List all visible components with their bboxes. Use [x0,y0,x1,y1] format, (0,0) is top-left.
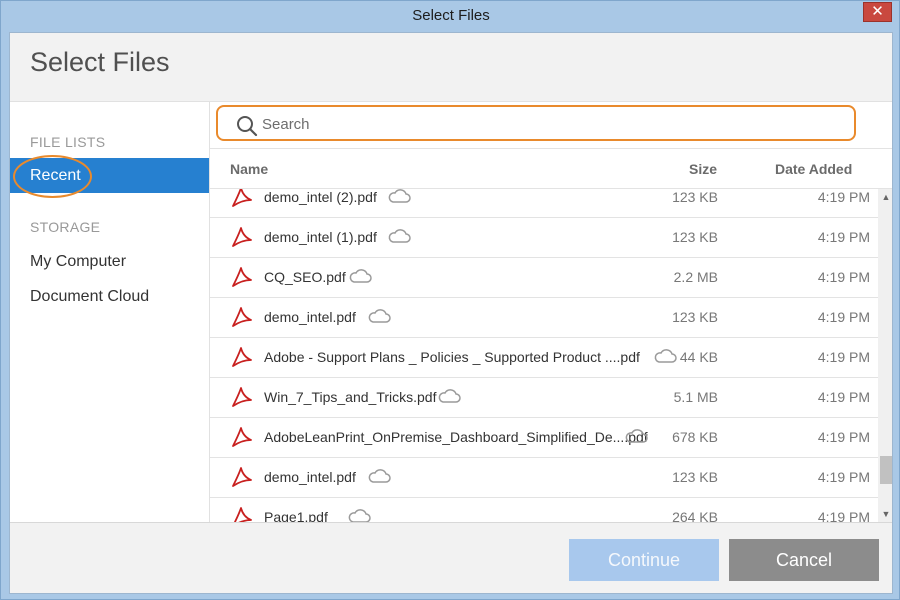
file-date-added: 4:19 PM [817,469,870,485]
file-size: 264 KB [672,509,718,522]
file-size: 123 KB [672,229,718,245]
page-title: Select Files [30,47,170,77]
pdf-icon [232,227,252,247]
file-date-added: 4:19 PM [817,349,870,365]
file-row[interactable]: demo_intel.pdf 123 KB 4:19 PM [210,458,878,498]
search-icon [237,116,258,137]
file-size: 123 KB [672,469,718,485]
file-lists-label: FILE LISTS [30,134,106,150]
file-size: 5.1 MB [673,389,718,405]
file-size: 123 KB [672,309,718,325]
file-row[interactable]: Win_7_Tips_and_Tricks.pdf 5.1 MB 4:19 PM [210,378,878,418]
file-row[interactable]: Page1.pdf 264 KB 4:19 PM [210,498,878,522]
file-size: 123 KB [672,189,718,205]
storage-label: STORAGE [30,219,101,235]
pdf-icon [232,387,252,407]
file-date-added: 4:19 PM [817,269,870,285]
file-date-added: 4:19 PM [817,309,870,325]
pdf-icon [232,427,252,447]
file-row[interactable]: demo_intel (2).pdf 123 KB 4:19 PM [210,189,878,218]
column-name[interactable]: Name [230,161,268,177]
file-row[interactable]: AdobeLeanPrint_OnPremise_Dashboard_Simpl… [210,418,878,458]
file-list: demo_intel (2).pdf 123 KB 4:19 PM demo_inte… [210,189,878,522]
cloud-icon [388,189,411,203]
file-name: Adobe - Support Plans _ Policies _ Suppo… [264,349,640,365]
file-date-added: 4:19 PM [817,189,870,205]
cloud-icon [368,309,391,323]
close-button[interactable]: ✕ [863,2,892,22]
scrollbar[interactable]: ▲ ▼ [878,189,892,522]
cloud-icon [348,509,371,522]
dialog-client: Select Files FILE LISTS Recent STORAGE M… [9,32,893,594]
continue-button[interactable]: Continue [569,539,719,581]
pdf-icon [232,267,252,287]
file-size: 2.2 MB [673,269,718,285]
cancel-button[interactable]: Cancel [729,539,879,581]
scroll-up-arrow[interactable]: ▲ [878,189,892,205]
file-size: 678 KB [672,429,718,445]
pdf-icon [232,347,252,367]
cloud-icon [438,389,461,403]
file-name: demo_intel.pdf [264,469,356,485]
column-size[interactable]: Size [689,161,717,177]
file-name: demo_intel (1).pdf [264,229,377,245]
sidebar-item-recent[interactable]: Recent [10,158,209,193]
search-input[interactable] [262,114,822,134]
cloud-icon [388,229,411,243]
file-name: demo_intel.pdf [264,309,356,325]
file-size: 44 KB [679,349,718,365]
file-list-header: Name Size Date Added [210,149,892,189]
scroll-thumb[interactable] [880,456,892,484]
pdf-icon [232,189,252,207]
file-row[interactable]: Adobe - Support Plans _ Policies _ Suppo… [210,338,878,378]
scroll-down-arrow[interactable]: ▼ [878,506,892,522]
cloud-icon [349,269,372,283]
dialog-footer: Continue Cancel [10,522,892,593]
select-files-dialog: Select Files ✕ Select Files FILE LISTS R… [0,0,900,600]
file-date-added: 4:19 PM [817,509,870,522]
file-row[interactable]: CQ_SEO.pdf 2.2 MB 4:19 PM [210,258,878,298]
file-name: CQ_SEO.pdf [264,269,346,285]
file-name: demo_intel (2).pdf [264,189,377,205]
file-date-added: 4:19 PM [817,389,870,405]
sidebar-item-document-cloud[interactable]: Document Cloud [10,279,209,314]
dialog-header: Select Files [10,33,892,102]
file-row[interactable]: demo_intel (1).pdf 123 KB 4:19 PM [210,218,878,258]
search-box[interactable] [216,105,856,141]
sidebar: FILE LISTS Recent STORAGE My Computer Do… [10,102,210,522]
title-bar: Select Files ✕ [1,1,900,32]
file-name: AdobeLeanPrint_OnPremise_Dashboard_Simpl… [264,429,648,445]
pdf-icon [232,467,252,487]
file-date-added: 4:19 PM [817,229,870,245]
sidebar-item-my-computer[interactable]: My Computer [10,244,209,279]
column-date-added[interactable]: Date Added [775,161,852,177]
cloud-icon [368,469,391,483]
window-title: Select Files [412,7,490,24]
file-name: Win_7_Tips_and_Tricks.pdf [264,389,437,405]
search-bar [210,102,892,149]
file-panel: Name Size Date Added demo_intel (2).pdf 1… [210,102,892,522]
pdf-icon [232,307,252,327]
file-date-added: 4:19 PM [817,429,870,445]
file-row[interactable]: demo_intel.pdf 123 KB 4:19 PM [210,298,878,338]
pdf-icon [233,507,252,522]
file-name: Page1.pdf [264,509,328,522]
